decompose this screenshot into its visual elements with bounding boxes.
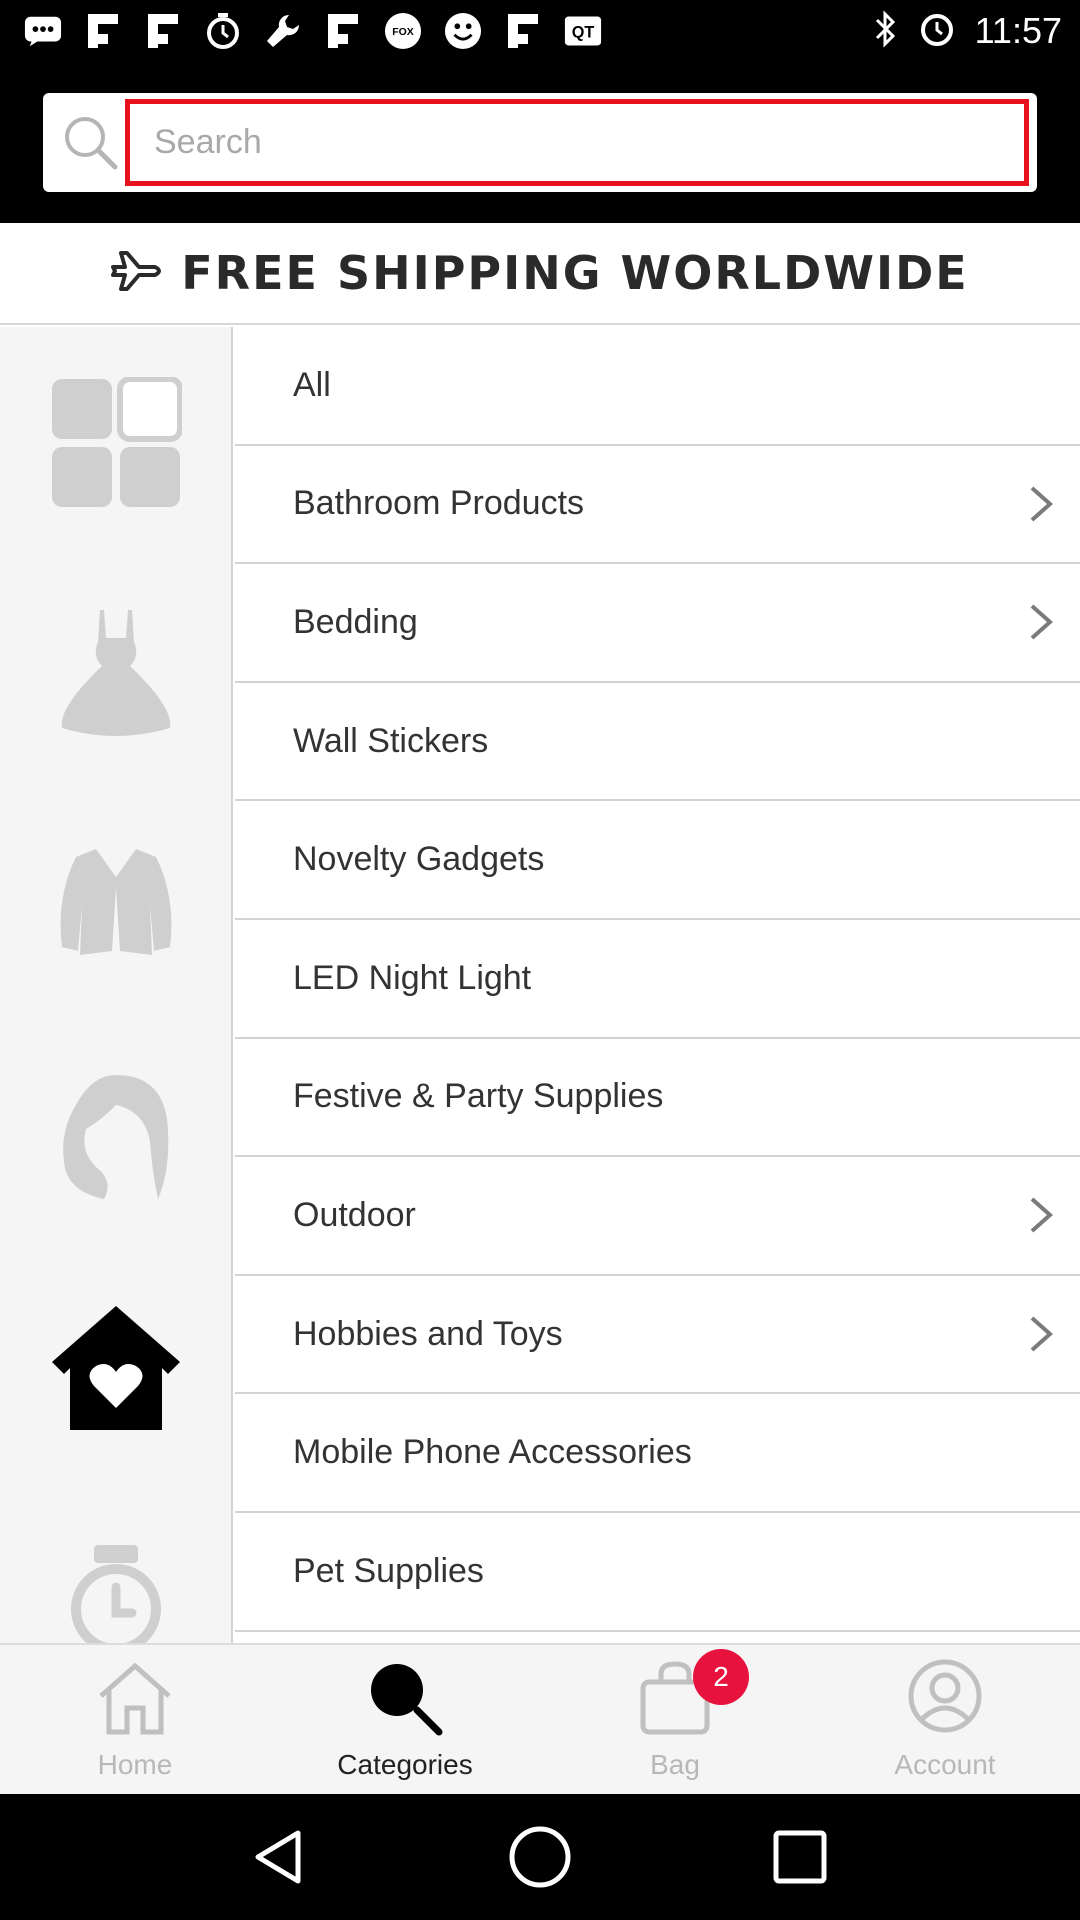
search-input[interactable]	[154, 123, 1024, 162]
category-label: Novelty Gadgets	[293, 840, 545, 879]
category-item[interactable]: Novelty Gadgets	[235, 801, 1080, 920]
category-item[interactable]: Festive & Party Supplies	[235, 1038, 1080, 1158]
chevron-right-icon[interactable]	[1026, 1314, 1056, 1354]
search-icon[interactable]	[61, 113, 121, 173]
tab-home[interactable]: Home	[0, 1645, 270, 1794]
tab-bag[interactable]: Bag 2	[540, 1645, 810, 1794]
recents-icon[interactable]	[760, 1817, 840, 1897]
stopwatch-icon	[204, 12, 242, 50]
category-item[interactable]: Wall Stickers	[235, 682, 1080, 802]
bottom-nav: Home Categories Bag 2 Account	[0, 1643, 1080, 1794]
chevron-right-icon[interactable]	[1026, 602, 1056, 642]
bluetooth-icon	[873, 9, 899, 53]
category-item[interactable]: All	[235, 327, 1080, 446]
fox-sports-icon: FOX	[384, 12, 422, 50]
wrench-icon	[264, 12, 302, 50]
flipboard-icon	[324, 12, 362, 50]
banner-text: FREE SHIPPING WORLDWIDE	[181, 246, 969, 300]
free-shipping-banner: FREE SHIPPING WORLDWIDE	[0, 223, 1080, 325]
category-item[interactable]: Mobile Phone Accessories	[235, 1394, 1080, 1513]
category-label: Bathroom Products	[293, 484, 585, 523]
flipboard-icon	[84, 12, 122, 50]
home-heart-icon[interactable]	[50, 1302, 182, 1434]
category-label: Pet Supplies	[293, 1551, 484, 1590]
svg-text:QT: QT	[572, 23, 595, 41]
search-bar[interactable]	[43, 93, 1037, 192]
jacket-icon[interactable]	[50, 837, 182, 969]
category-list: All Bathroom Products Bedding Wall Stickers…	[235, 327, 1080, 1632]
category-item[interactable]: Outdoor	[235, 1157, 1080, 1276]
messages-icon	[24, 12, 62, 50]
tab-bag-label: Bag	[650, 1749, 700, 1780]
tab-categories-label: Categories	[337, 1749, 473, 1780]
category-label: LED Night Light	[293, 958, 532, 997]
status-time: 11:57	[974, 10, 1062, 51]
search-icon	[360, 1653, 450, 1743]
category-label: Mobile Phone Accessories	[293, 1433, 692, 1472]
flipboard-icon	[144, 12, 182, 50]
tab-categories[interactable]: Categories	[270, 1645, 540, 1794]
airplane-icon	[111, 247, 165, 300]
smiley-icon	[444, 12, 482, 50]
home-circle-icon[interactable]	[500, 1817, 580, 1897]
flipboard-icon	[504, 12, 542, 50]
category-label: Bedding	[293, 602, 418, 641]
category-content: All Bathroom Products Bedding Wall Stickers…	[0, 327, 1080, 1643]
watch-icon[interactable]	[50, 1532, 182, 1643]
category-item[interactable]: Bedding	[235, 564, 1080, 683]
search-header	[0, 62, 1080, 223]
tab-account-label: Account	[894, 1749, 996, 1780]
category-label: Festive & Party Supplies	[293, 1077, 664, 1116]
back-icon[interactable]	[240, 1817, 320, 1897]
search-field-highlight[interactable]	[125, 99, 1029, 186]
alarm-icon	[919, 11, 955, 52]
tab-account[interactable]: Account	[810, 1645, 1080, 1794]
category-label: Outdoor	[293, 1195, 416, 1234]
svg-text:FOX: FOX	[392, 27, 413, 38]
status-bar: FOX QT 11:57	[0, 0, 1080, 62]
category-icon-rail	[0, 327, 233, 1643]
grid-icon[interactable]	[50, 377, 182, 509]
chevron-right-icon[interactable]	[1026, 484, 1056, 524]
dress-icon[interactable]	[50, 607, 182, 739]
woman-hair-icon[interactable]	[50, 1072, 182, 1204]
category-item[interactable]: LED Night Light	[235, 919, 1080, 1039]
category-label: All	[293, 365, 331, 404]
category-item[interactable]: Bathroom Products	[235, 445, 1080, 565]
app-screen: FOX QT 11:57 Search FREE SHIPPING WORLDW…	[0, 0, 1080, 1920]
qt-icon: QT	[564, 12, 602, 50]
category-label: Hobbies and Toys	[293, 1314, 563, 1353]
category-label: Wall Stickers	[293, 721, 489, 760]
chevron-right-icon[interactable]	[1026, 1195, 1056, 1235]
category-item[interactable]: Pet Supplies	[235, 1512, 1080, 1632]
category-item[interactable]: Hobbies and Toys	[235, 1275, 1080, 1395]
home-icon	[90, 1653, 180, 1743]
account-icon	[900, 1653, 990, 1743]
system-nav-bar	[0, 1794, 1080, 1920]
tab-home-label: Home	[97, 1749, 173, 1780]
bag-count-badge: 2	[693, 1649, 749, 1705]
